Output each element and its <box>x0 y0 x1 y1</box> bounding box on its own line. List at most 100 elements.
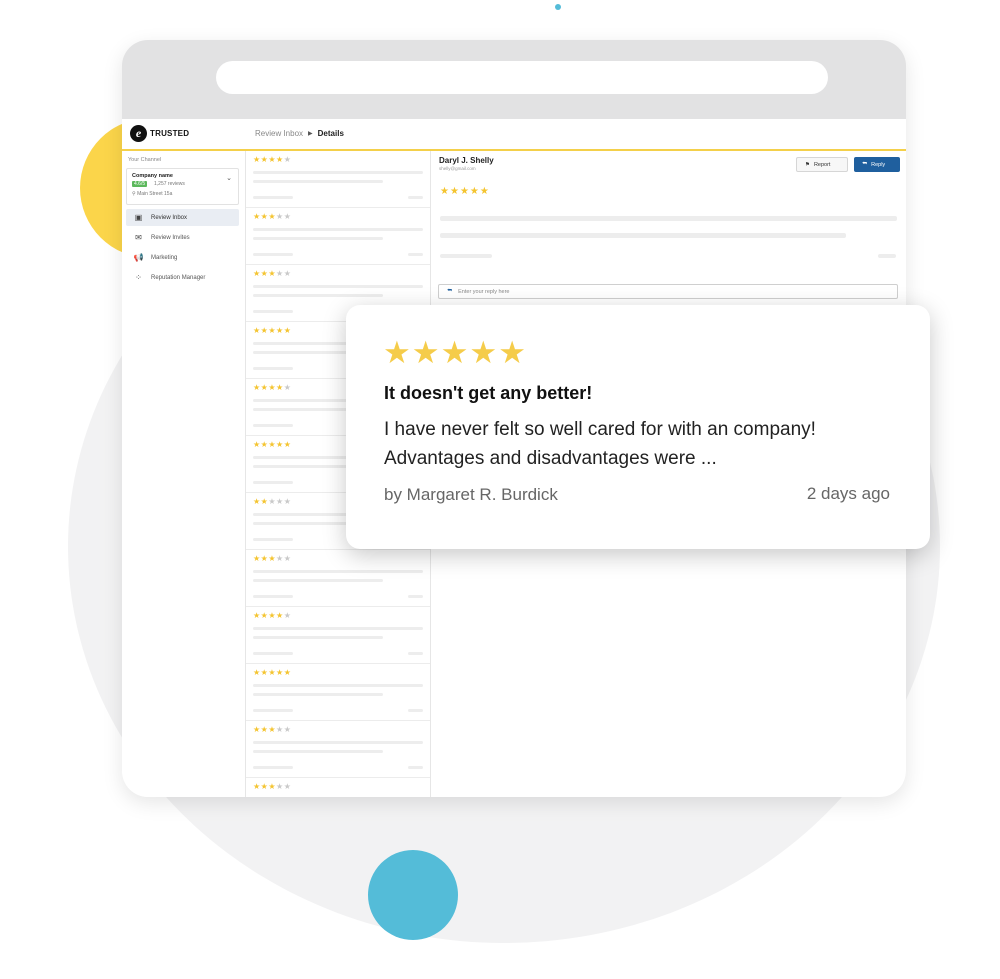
text-placeholder-bar <box>253 228 423 231</box>
review-star-rating: ★★★★★ <box>253 212 291 221</box>
report-button[interactable]: ⚑ Report <box>796 157 848 172</box>
review-list-item[interactable]: ★★★★★ <box>246 607 430 664</box>
address-text: Main Street 15a <box>137 191 173 197</box>
breadcrumb: Review Inbox ▶ Details <box>255 129 344 138</box>
star-empty-icon: ★ <box>283 383 292 392</box>
envelope-icon: ✉ <box>135 233 142 242</box>
star-filled-icon: ★ <box>268 269 277 278</box>
breadcrumb-review-inbox[interactable]: Review Inbox <box>255 129 303 138</box>
rating-badge: 4.6/5 <box>132 181 148 187</box>
star-filled-icon: ★ <box>253 440 261 449</box>
text-placeholder-bar <box>408 196 423 199</box>
channel-selector[interactable]: Company name 4.6/5 1,257 reviews ⚲ Main … <box>126 168 239 205</box>
logo-text: TRUSTED <box>150 129 190 138</box>
review-list-item[interactable]: ★★★★★ <box>246 778 430 797</box>
text-placeholder-bar <box>878 254 896 258</box>
sidebar-item-review-inbox[interactable]: ▣ Review Inbox <box>126 209 239 226</box>
text-placeholder-bar <box>253 294 383 297</box>
popup-author: by Margaret R. Burdick <box>384 485 558 504</box>
sidebar-item-marketing[interactable]: 📢 Marketing <box>126 249 239 266</box>
star-empty-icon: ★ <box>276 782 284 791</box>
star-filled-icon: ★ <box>469 335 499 370</box>
star-filled-icon: ★ <box>276 668 284 677</box>
sidebar-item-reputation-manager[interactable]: ⁘ Reputation Manager <box>126 269 239 286</box>
review-star-rating: ★★★★★ <box>253 611 291 620</box>
trusted-logo[interactable]: e TRUSTED <box>130 125 189 142</box>
company-name: Company name <box>132 173 173 179</box>
star-empty-icon: ★ <box>283 554 292 563</box>
text-placeholder-bar <box>253 180 383 183</box>
star-filled-icon: ★ <box>411 335 441 370</box>
review-star-rating: ★★★★★ <box>253 269 291 278</box>
sidebar-item-label: Marketing <box>151 254 178 261</box>
top-bar: e TRUSTED Review Inbox ▶ Details <box>122 119 906 151</box>
reviews-count: 1,257 reviews <box>154 181 185 187</box>
popup-body: I have never felt so well cared for with… <box>384 419 816 469</box>
review-star-rating: ★★★★★ <box>253 782 291 791</box>
star-filled-icon: ★ <box>253 155 261 164</box>
star-filled-icon: ★ <box>469 186 480 197</box>
text-placeholder-bar <box>253 171 423 174</box>
reviewer-email: shelly@gmail.com <box>439 166 476 171</box>
text-placeholder-bar <box>253 570 423 573</box>
review-star-rating: ★★★★★ <box>253 554 291 563</box>
star-filled-icon: ★ <box>276 326 284 335</box>
review-star-rating: ★★★★★ <box>253 383 291 392</box>
text-placeholder-bar <box>253 424 293 427</box>
text-placeholder-bar <box>253 367 293 370</box>
text-placeholder-bar <box>253 652 293 655</box>
star-filled-icon: ★ <box>276 383 284 392</box>
review-star-rating: ★★★★★ <box>253 326 291 335</box>
star-filled-icon: ★ <box>268 725 277 734</box>
star-empty-icon: ★ <box>276 497 284 506</box>
star-filled-icon: ★ <box>253 668 261 677</box>
star-empty-icon: ★ <box>276 725 284 734</box>
decorative-blue-dot <box>555 4 561 10</box>
star-filled-icon: ★ <box>253 269 261 278</box>
sidebar-item-review-invites[interactable]: ✉ Review Invites <box>126 229 239 246</box>
star-empty-icon: ★ <box>268 497 277 506</box>
text-placeholder-bar <box>408 253 423 256</box>
reviewer-name: Daryl J. Shelly <box>439 156 494 165</box>
popup-star-rating: ★★★★★ <box>383 337 527 368</box>
review-popup-card[interactable]: ★★★★★ It doesn't get any better! I have … <box>346 305 930 549</box>
star-empty-icon: ★ <box>283 155 292 164</box>
text-placeholder-bar <box>253 627 423 630</box>
star-filled-icon: ★ <box>283 668 292 677</box>
star-filled-icon: ★ <box>268 212 277 221</box>
sidebar-item-label: Review Invites <box>151 234 190 241</box>
review-list-item[interactable]: ★★★★★ <box>246 721 430 778</box>
review-list-item[interactable]: ★★★★★ <box>246 664 430 721</box>
star-filled-icon: ★ <box>283 440 292 449</box>
reply-button[interactable]: ⮪ Reply <box>854 157 900 172</box>
text-placeholder-bar <box>408 652 423 655</box>
review-list-item[interactable]: ★★★★★ <box>246 550 430 607</box>
star-filled-icon: ★ <box>253 554 261 563</box>
star-empty-icon: ★ <box>276 212 284 221</box>
chevron-down-icon: ⌄ <box>226 175 232 182</box>
text-placeholder-bar <box>253 709 293 712</box>
text-placeholder-bar <box>253 253 293 256</box>
text-placeholder-bar <box>253 196 293 199</box>
text-placeholder-bar <box>253 579 383 582</box>
text-placeholder-bar <box>253 237 383 240</box>
location-pin-icon: ⚲ <box>132 191 136 197</box>
address-bar[interactable] <box>216 61 828 94</box>
detail-star-rating: ★★★★★ <box>440 186 490 197</box>
star-filled-icon: ★ <box>440 186 450 197</box>
star-filled-icon: ★ <box>449 186 460 197</box>
star-empty-icon: ★ <box>276 269 284 278</box>
review-star-rating: ★★★★★ <box>253 440 291 449</box>
inbox-icon: ▣ <box>134 213 143 222</box>
star-filled-icon: ★ <box>268 440 277 449</box>
review-list-item[interactable]: ★★★★★ <box>246 208 430 265</box>
star-filled-icon: ★ <box>253 383 261 392</box>
text-placeholder-bar <box>253 481 293 484</box>
star-filled-icon: ★ <box>253 212 261 221</box>
reply-input[interactable]: ⮪ Enter your reply here <box>438 284 898 299</box>
report-label: Report <box>813 161 831 168</box>
popup-time: 2 days ago <box>806 484 890 503</box>
review-list-item[interactable]: ★★★★★ <box>246 151 430 208</box>
star-filled-icon: ★ <box>276 155 284 164</box>
star-filled-icon: ★ <box>268 782 277 791</box>
